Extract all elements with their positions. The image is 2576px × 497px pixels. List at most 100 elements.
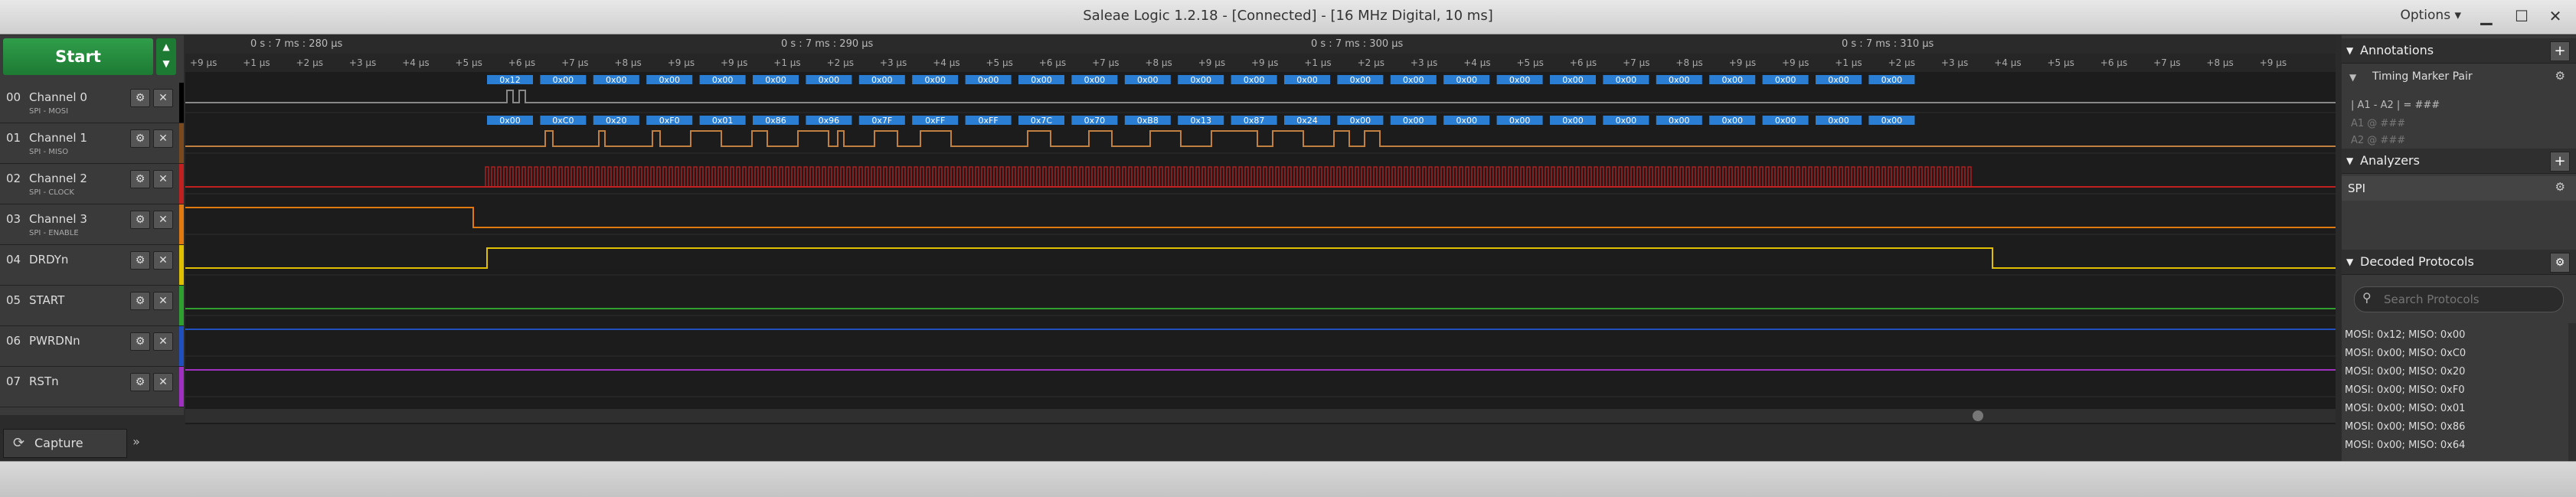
miso-byte-label: 0x00: [1456, 116, 1477, 126]
miso-byte-label: 0x13: [1190, 116, 1211, 126]
minor-time-tick: +3 μs: [1940, 57, 1969, 68]
close-icon[interactable]: ✕: [153, 332, 173, 351]
capture-tab[interactable]: ⟳ Capture: [3, 429, 127, 458]
marker-a2: A2 @ ###: [2351, 135, 2406, 146]
minor-time-tick: +7 μs: [2153, 57, 2181, 68]
channel-name[interactable]: Channel 1: [29, 131, 87, 145]
timing-marker-row[interactable]: ▼ Timing Marker Pair ⚙: [2342, 67, 2576, 89]
horizontal-scrollbar[interactable]: [185, 409, 2336, 423]
close-icon[interactable]: ✕: [153, 251, 173, 270]
gear-icon[interactable]: ⚙: [2555, 180, 2565, 194]
gear-icon[interactable]: ⚙: [130, 251, 150, 270]
channel-row[interactable]: 06 PWRDNn ⚙ ✕: [0, 326, 184, 367]
miso-byte-label: 0xFF: [925, 116, 945, 126]
collapse-icon: ▼: [2346, 155, 2354, 166]
minor-time-tick: +9 μs: [721, 57, 748, 68]
miso-byte-label: 0x7F: [871, 116, 892, 126]
channel-row[interactable]: 04 DRDYn ⚙ ✕: [0, 245, 184, 286]
waveform-traces: 0x12 0x00 0x00 0x00 0x00 0x00 0x00 0x00 0x00 0x00…: [185, 75, 2336, 397]
minor-time-tick: +9 μs: [1251, 57, 1279, 68]
close-icon[interactable]: ✕: [153, 292, 173, 310]
major-time-label: 0 s : 7 ms : 280 μs: [250, 38, 343, 50]
channel-name[interactable]: Channel 0: [29, 90, 87, 104]
mosi-byte-label: 0x00: [606, 75, 627, 85]
marker-a1: A1 @ ###: [2351, 118, 2406, 129]
gear-icon[interactable]: ⚙: [2555, 69, 2565, 83]
channel-row[interactable]: 07 RSTn ⚙ ✕: [0, 367, 184, 407]
close-icon[interactable]: ✕: [153, 373, 173, 391]
close-icon[interactable]: ✕: [153, 129, 173, 148]
decoded-scrollbar[interactable]: [2568, 323, 2576, 461]
channel-name[interactable]: RSTn: [29, 374, 59, 388]
start-button[interactable]: Start: [3, 38, 153, 75]
gear-icon[interactable]: ⚙: [130, 211, 150, 229]
miso-byte-label: 0xB8: [1137, 116, 1159, 126]
decoded-item[interactable]: MOSI: 0x00; MISO: 0x86: [2345, 421, 2559, 433]
more-tabs-button[interactable]: »: [127, 432, 145, 452]
channel-name[interactable]: START: [29, 293, 64, 307]
channel-name[interactable]: DRDYn: [29, 253, 68, 266]
gear-icon[interactable]: ⚙: [130, 89, 150, 107]
minor-time-tick: +3 μs: [348, 57, 377, 68]
drdyn-trace: [185, 247, 2336, 269]
analyzer-label: SPI: [2348, 181, 2365, 195]
scroll-thumb[interactable]: [1973, 410, 1983, 421]
search-input[interactable]: [2382, 290, 2554, 309]
waveform-view[interactable]: 0 s : 7 ms : 280 μs 0 s : 7 ms : 290 μs 0 …: [185, 35, 2336, 424]
decoded-item[interactable]: MOSI: 0x00; MISO: 0x20: [2345, 366, 2559, 378]
close-icon[interactable]: ✕: [153, 211, 173, 229]
analyzer-item-spi[interactable]: SPI ⚙: [2342, 176, 2576, 201]
decoded-protocols-title: Decoded Protocols: [2360, 254, 2474, 269]
gear-icon[interactable]: ⚙: [130, 332, 150, 351]
annotations-header[interactable]: ▼ Annotations +: [2342, 38, 2576, 64]
decoded-item[interactable]: MOSI: 0x00; MISO: 0xC0: [2345, 348, 2559, 359]
gear-icon[interactable]: ⚙: [130, 170, 150, 188]
decoded-gear-button[interactable]: ⚙: [2550, 253, 2570, 273]
decoded-protocols-header[interactable]: ▼ Decoded Protocols ⚙: [2342, 250, 2576, 275]
minimize-button[interactable]: ▁: [2470, 3, 2502, 29]
decoded-item[interactable]: MOSI: 0x00; MISO: 0x01: [2345, 403, 2559, 414]
channel-row[interactable]: 01 Channel 1 SPI - MISO ⚙ ✕: [0, 123, 184, 164]
miso-byte-label: 0x00: [1509, 116, 1531, 126]
analyzers-header[interactable]: ▼ Analyzers +: [2342, 149, 2576, 174]
gear-icon[interactable]: ⚙: [130, 292, 150, 310]
miso-byte-label: 0x00: [499, 116, 521, 126]
close-icon[interactable]: ✕: [153, 170, 173, 188]
mosi-byte-label: 0x00: [1137, 75, 1159, 85]
close-button[interactable]: ✕: [2539, 3, 2571, 29]
channel-name[interactable]: Channel 3: [29, 212, 87, 226]
minor-time-tick: +8 μs: [1145, 57, 1172, 68]
expand-icon: ▼: [2349, 72, 2357, 83]
add-annotation-button[interactable]: +: [2550, 41, 2570, 61]
gear-icon[interactable]: ⚙: [130, 129, 150, 148]
options-menu[interactable]: Options ▾: [2400, 8, 2461, 23]
channel-row[interactable]: 03 Channel 3 SPI - ENABLE ⚙ ✕: [0, 204, 184, 245]
mosi-byte-label: 0x00: [1350, 75, 1371, 85]
channel-name[interactable]: Channel 2: [29, 172, 87, 185]
channel-color-bar: [179, 245, 184, 285]
minor-time-tick: +6 μs: [2100, 57, 2128, 68]
minor-time-tick: +9 μs: [1198, 57, 1226, 68]
channel-row[interactable]: 00 Channel 0 SPI - MOSI ⚙ ✕: [0, 83, 184, 123]
mosi-byte-label: 0x00: [712, 75, 734, 85]
channel-color-bar: [179, 286, 184, 325]
decoded-item[interactable]: MOSI: 0x12; MISO: 0x00: [2345, 329, 2559, 341]
channel-row[interactable]: 02 Channel 2 SPI - CLOCK ⚙ ✕: [0, 164, 184, 204]
major-time-label: 0 s : 7 ms : 290 μs: [781, 38, 874, 50]
decoded-item[interactable]: MOSI: 0x00; MISO: 0xF0: [2345, 384, 2559, 396]
mosi-byte-label: 0x00: [1244, 75, 1265, 85]
search-protocols[interactable]: ⚲: [2354, 286, 2564, 312]
close-icon[interactable]: ✕: [153, 89, 173, 107]
channel-row[interactable]: 05 START ⚙ ✕: [0, 286, 184, 326]
enable-trace: [185, 207, 2336, 228]
add-analyzer-button[interactable]: +: [2550, 152, 2570, 172]
collapse-icon: ▼: [2346, 45, 2354, 56]
time-ruler-minor: +9 μs +1 μs +2 μs +3 μs +4 μs +5 μs +6 μs +7 μs…: [185, 54, 2336, 72]
channel-name[interactable]: PWRDNn: [29, 334, 80, 348]
minor-time-tick: +5 μs: [1516, 57, 1544, 68]
maximize-button[interactable]: ☐: [2506, 3, 2538, 29]
gear-icon[interactable]: ⚙: [130, 373, 150, 391]
mosi-byte-label: 0x00: [1296, 75, 1318, 85]
decoded-item[interactable]: MOSI: 0x00; MISO: 0x64: [2345, 440, 2559, 451]
start-options-arrows[interactable]: ▲ ▼: [156, 38, 176, 75]
